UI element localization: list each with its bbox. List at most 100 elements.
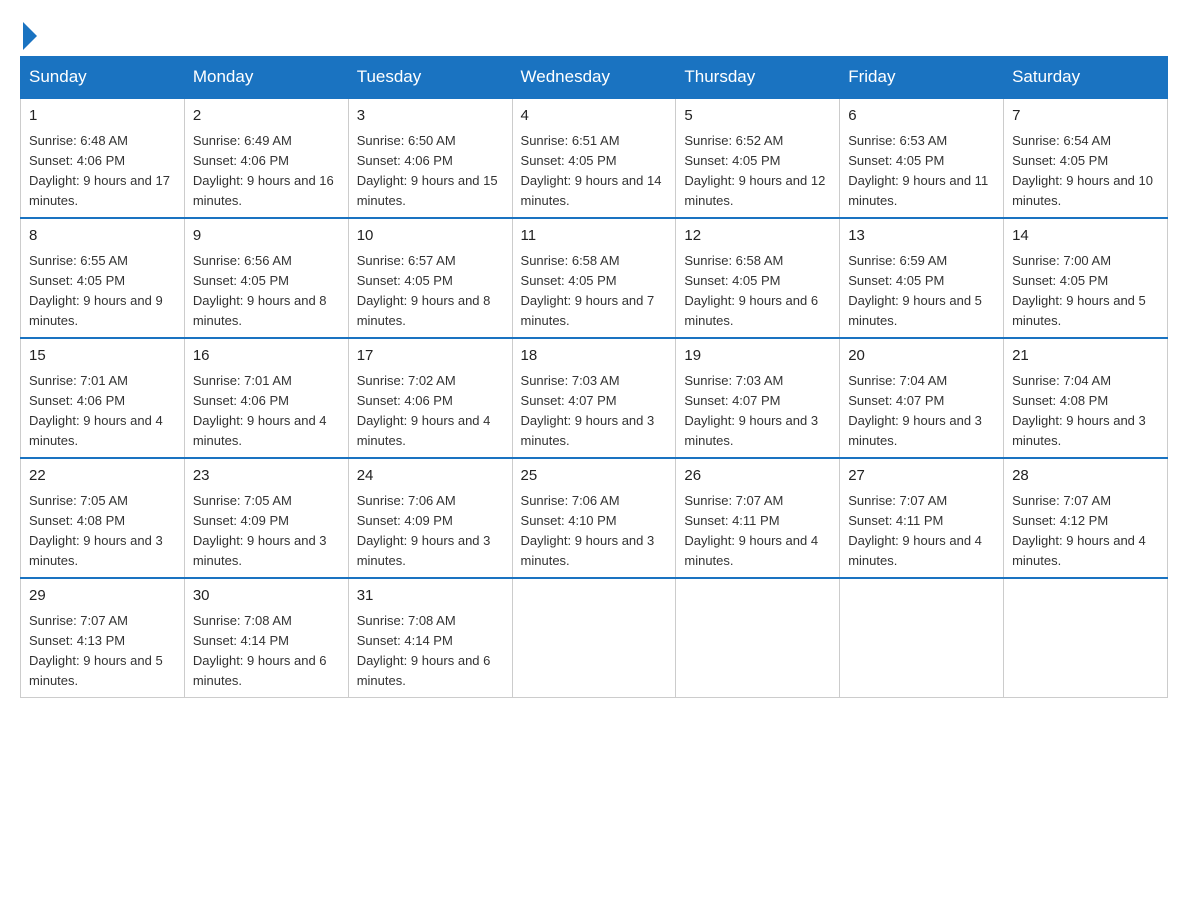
day-info: Sunrise: 6:58 AMSunset: 4:05 PMDaylight:… <box>684 253 818 328</box>
calendar-cell: 18 Sunrise: 7:03 AMSunset: 4:07 PMDaylig… <box>512 338 676 458</box>
day-number: 15 <box>29 345 176 368</box>
day-info: Sunrise: 6:49 AMSunset: 4:06 PMDaylight:… <box>193 133 334 208</box>
calendar-cell: 6 Sunrise: 6:53 AMSunset: 4:05 PMDayligh… <box>840 98 1004 218</box>
calendar-cell: 11 Sunrise: 6:58 AMSunset: 4:05 PMDaylig… <box>512 218 676 338</box>
calendar-cell: 7 Sunrise: 6:54 AMSunset: 4:05 PMDayligh… <box>1004 98 1168 218</box>
day-info: Sunrise: 6:59 AMSunset: 4:05 PMDaylight:… <box>848 253 982 328</box>
day-number: 30 <box>193 585 340 608</box>
day-number: 17 <box>357 345 504 368</box>
calendar-cell: 20 Sunrise: 7:04 AMSunset: 4:07 PMDaylig… <box>840 338 1004 458</box>
logo-triangle-icon <box>23 22 37 50</box>
day-number: 22 <box>29 465 176 488</box>
calendar-cell: 29 Sunrise: 7:07 AMSunset: 4:13 PMDaylig… <box>21 578 185 698</box>
day-number: 14 <box>1012 225 1159 248</box>
day-info: Sunrise: 7:07 AMSunset: 4:11 PMDaylight:… <box>848 493 982 568</box>
day-info: Sunrise: 7:06 AMSunset: 4:09 PMDaylight:… <box>357 493 491 568</box>
day-info: Sunrise: 6:48 AMSunset: 4:06 PMDaylight:… <box>29 133 170 208</box>
calendar-cell: 16 Sunrise: 7:01 AMSunset: 4:06 PMDaylig… <box>184 338 348 458</box>
day-number: 26 <box>684 465 831 488</box>
day-info: Sunrise: 7:07 AMSunset: 4:11 PMDaylight:… <box>684 493 818 568</box>
day-info: Sunrise: 7:01 AMSunset: 4:06 PMDaylight:… <box>193 373 327 448</box>
day-number: 6 <box>848 105 995 128</box>
calendar-cell: 27 Sunrise: 7:07 AMSunset: 4:11 PMDaylig… <box>840 458 1004 578</box>
day-number: 12 <box>684 225 831 248</box>
day-info: Sunrise: 7:01 AMSunset: 4:06 PMDaylight:… <box>29 373 163 448</box>
calendar-cell: 14 Sunrise: 7:00 AMSunset: 4:05 PMDaylig… <box>1004 218 1168 338</box>
calendar-header-row: SundayMondayTuesdayWednesdayThursdayFrid… <box>21 57 1168 99</box>
calendar-week-4: 22 Sunrise: 7:05 AMSunset: 4:08 PMDaylig… <box>21 458 1168 578</box>
calendar-cell: 25 Sunrise: 7:06 AMSunset: 4:10 PMDaylig… <box>512 458 676 578</box>
day-info: Sunrise: 7:02 AMSunset: 4:06 PMDaylight:… <box>357 373 491 448</box>
day-number: 2 <box>193 105 340 128</box>
day-number: 29 <box>29 585 176 608</box>
day-info: Sunrise: 7:03 AMSunset: 4:07 PMDaylight:… <box>684 373 818 448</box>
day-number: 25 <box>521 465 668 488</box>
calendar-cell: 9 Sunrise: 6:56 AMSunset: 4:05 PMDayligh… <box>184 218 348 338</box>
calendar-cell: 5 Sunrise: 6:52 AMSunset: 4:05 PMDayligh… <box>676 98 840 218</box>
calendar-cell: 4 Sunrise: 6:51 AMSunset: 4:05 PMDayligh… <box>512 98 676 218</box>
calendar-cell: 2 Sunrise: 6:49 AMSunset: 4:06 PMDayligh… <box>184 98 348 218</box>
calendar-week-1: 1 Sunrise: 6:48 AMSunset: 4:06 PMDayligh… <box>21 98 1168 218</box>
day-info: Sunrise: 7:07 AMSunset: 4:13 PMDaylight:… <box>29 613 163 688</box>
day-number: 13 <box>848 225 995 248</box>
day-number: 5 <box>684 105 831 128</box>
calendar-cell <box>840 578 1004 698</box>
calendar-week-2: 8 Sunrise: 6:55 AMSunset: 4:05 PMDayligh… <box>21 218 1168 338</box>
calendar-cell: 12 Sunrise: 6:58 AMSunset: 4:05 PMDaylig… <box>676 218 840 338</box>
day-number: 7 <box>1012 105 1159 128</box>
day-number: 3 <box>357 105 504 128</box>
day-number: 1 <box>29 105 176 128</box>
calendar-cell: 13 Sunrise: 6:59 AMSunset: 4:05 PMDaylig… <box>840 218 1004 338</box>
day-info: Sunrise: 6:58 AMSunset: 4:05 PMDaylight:… <box>521 253 655 328</box>
day-info: Sunrise: 6:57 AMSunset: 4:05 PMDaylight:… <box>357 253 491 328</box>
calendar-cell <box>676 578 840 698</box>
day-number: 11 <box>521 225 668 248</box>
calendar-cell <box>1004 578 1168 698</box>
day-info: Sunrise: 6:56 AMSunset: 4:05 PMDaylight:… <box>193 253 327 328</box>
calendar-header-sunday: Sunday <box>21 57 185 99</box>
logo <box>20 20 37 46</box>
day-info: Sunrise: 7:05 AMSunset: 4:08 PMDaylight:… <box>29 493 163 568</box>
calendar-cell: 21 Sunrise: 7:04 AMSunset: 4:08 PMDaylig… <box>1004 338 1168 458</box>
calendar-cell: 28 Sunrise: 7:07 AMSunset: 4:12 PMDaylig… <box>1004 458 1168 578</box>
day-info: Sunrise: 6:53 AMSunset: 4:05 PMDaylight:… <box>848 133 988 208</box>
day-number: 16 <box>193 345 340 368</box>
calendar-cell: 30 Sunrise: 7:08 AMSunset: 4:14 PMDaylig… <box>184 578 348 698</box>
day-info: Sunrise: 7:06 AMSunset: 4:10 PMDaylight:… <box>521 493 655 568</box>
day-info: Sunrise: 6:52 AMSunset: 4:05 PMDaylight:… <box>684 133 825 208</box>
calendar-week-5: 29 Sunrise: 7:07 AMSunset: 4:13 PMDaylig… <box>21 578 1168 698</box>
calendar-header-wednesday: Wednesday <box>512 57 676 99</box>
day-number: 27 <box>848 465 995 488</box>
day-number: 21 <box>1012 345 1159 368</box>
calendar-cell: 23 Sunrise: 7:05 AMSunset: 4:09 PMDaylig… <box>184 458 348 578</box>
day-number: 19 <box>684 345 831 368</box>
day-number: 9 <box>193 225 340 248</box>
day-info: Sunrise: 7:08 AMSunset: 4:14 PMDaylight:… <box>357 613 491 688</box>
day-number: 24 <box>357 465 504 488</box>
day-info: Sunrise: 6:54 AMSunset: 4:05 PMDaylight:… <box>1012 133 1153 208</box>
calendar-cell: 31 Sunrise: 7:08 AMSunset: 4:14 PMDaylig… <box>348 578 512 698</box>
day-info: Sunrise: 6:50 AMSunset: 4:06 PMDaylight:… <box>357 133 498 208</box>
calendar-cell: 10 Sunrise: 6:57 AMSunset: 4:05 PMDaylig… <box>348 218 512 338</box>
calendar-cell: 1 Sunrise: 6:48 AMSunset: 4:06 PMDayligh… <box>21 98 185 218</box>
day-info: Sunrise: 7:04 AMSunset: 4:07 PMDaylight:… <box>848 373 982 448</box>
calendar-header-thursday: Thursday <box>676 57 840 99</box>
calendar-header-friday: Friday <box>840 57 1004 99</box>
calendar-cell: 19 Sunrise: 7:03 AMSunset: 4:07 PMDaylig… <box>676 338 840 458</box>
day-info: Sunrise: 7:03 AMSunset: 4:07 PMDaylight:… <box>521 373 655 448</box>
day-info: Sunrise: 7:07 AMSunset: 4:12 PMDaylight:… <box>1012 493 1146 568</box>
calendar-table: SundayMondayTuesdayWednesdayThursdayFrid… <box>20 56 1168 698</box>
day-number: 10 <box>357 225 504 248</box>
calendar-cell: 15 Sunrise: 7:01 AMSunset: 4:06 PMDaylig… <box>21 338 185 458</box>
calendar-cell: 26 Sunrise: 7:07 AMSunset: 4:11 PMDaylig… <box>676 458 840 578</box>
day-info: Sunrise: 7:08 AMSunset: 4:14 PMDaylight:… <box>193 613 327 688</box>
day-info: Sunrise: 7:05 AMSunset: 4:09 PMDaylight:… <box>193 493 327 568</box>
day-number: 8 <box>29 225 176 248</box>
day-info: Sunrise: 6:55 AMSunset: 4:05 PMDaylight:… <box>29 253 163 328</box>
day-number: 31 <box>357 585 504 608</box>
page-header <box>20 20 1168 46</box>
calendar-cell: 17 Sunrise: 7:02 AMSunset: 4:06 PMDaylig… <box>348 338 512 458</box>
day-number: 23 <box>193 465 340 488</box>
day-number: 18 <box>521 345 668 368</box>
calendar-cell: 8 Sunrise: 6:55 AMSunset: 4:05 PMDayligh… <box>21 218 185 338</box>
